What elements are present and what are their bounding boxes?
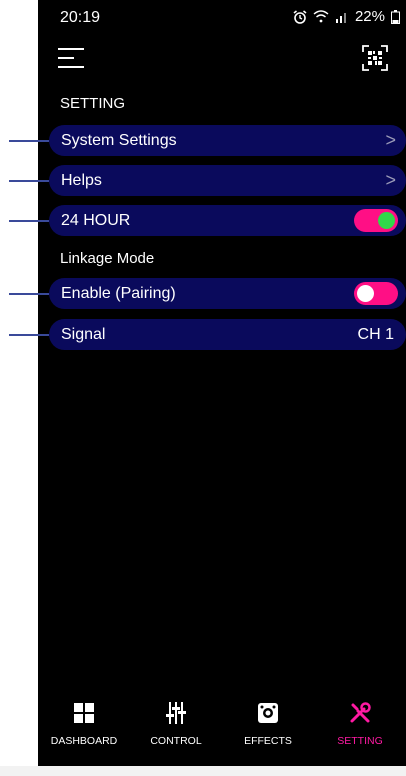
sliders-icon	[166, 700, 186, 726]
menu-button[interactable]	[58, 46, 84, 70]
annotation-line	[9, 180, 49, 182]
annotation-line	[9, 220, 49, 222]
nav-dashboard[interactable]: DASHBOARD	[38, 700, 130, 760]
section-title-setting: SETTING	[60, 95, 126, 112]
bottom-navigation: DASHBOARD CONTROL EFFECTS SETTING	[38, 700, 406, 760]
nav-label: DASHBOARD	[50, 735, 118, 747]
nav-control[interactable]: CONTROL	[130, 700, 222, 760]
helps-row[interactable]: Helps >	[49, 165, 406, 196]
chevron-right-icon: >	[385, 170, 396, 190]
signal-row[interactable]: Signal CH 1	[49, 319, 406, 350]
24-hour-toggle[interactable]	[354, 209, 398, 232]
linkage-mode-title: Linkage Mode	[60, 250, 155, 267]
status-time: 20:19	[60, 9, 101, 26]
annotation-line	[9, 293, 49, 295]
annotation-line	[9, 334, 49, 336]
nav-effects[interactable]: EFFECTS	[222, 700, 314, 760]
nav-label: CONTROL	[150, 735, 202, 747]
app-screen: 20:19 22% SETTING System Settings > Help…	[38, 0, 406, 766]
effects-icon	[258, 700, 278, 726]
qr-code-icon	[362, 45, 388, 71]
row-label: Helps	[61, 171, 102, 189]
row-label: 24 HOUR	[61, 211, 131, 229]
nav-label: SETTING	[337, 735, 383, 747]
nav-label: EFFECTS	[244, 735, 292, 747]
toggle-knob	[378, 212, 395, 229]
system-navigation-strip	[0, 766, 406, 776]
row-label: Enable (Pairing)	[61, 284, 176, 302]
qr-scan-button[interactable]	[362, 45, 388, 71]
toggle-knob	[357, 285, 374, 302]
signal-icon	[335, 13, 346, 23]
status-bar: 20:19 22%	[38, 0, 406, 36]
row-label: System Settings	[61, 131, 177, 149]
top-bar	[38, 40, 406, 80]
dashboard-grid-icon	[74, 700, 94, 726]
alarm-icon	[293, 9, 307, 24]
chevron-right-icon: >	[385, 130, 396, 150]
enable-pairing-row: Enable (Pairing)	[49, 278, 406, 309]
annotation-line	[9, 140, 49, 142]
signal-value: CH 1	[357, 325, 394, 343]
row-label: Signal	[61, 325, 106, 343]
wifi-icon	[313, 10, 329, 23]
wrench-screwdriver-icon	[349, 700, 371, 726]
battery-icon	[391, 9, 400, 24]
status-icons: 22%	[293, 8, 400, 25]
battery-percent: 22%	[354, 8, 385, 25]
nav-setting[interactable]: SETTING	[314, 700, 406, 760]
24-hour-row: 24 HOUR	[49, 205, 406, 236]
system-settings-row[interactable]: System Settings >	[49, 125, 406, 156]
pairing-toggle[interactable]	[354, 282, 398, 305]
hamburger-menu-icon	[58, 48, 84, 68]
